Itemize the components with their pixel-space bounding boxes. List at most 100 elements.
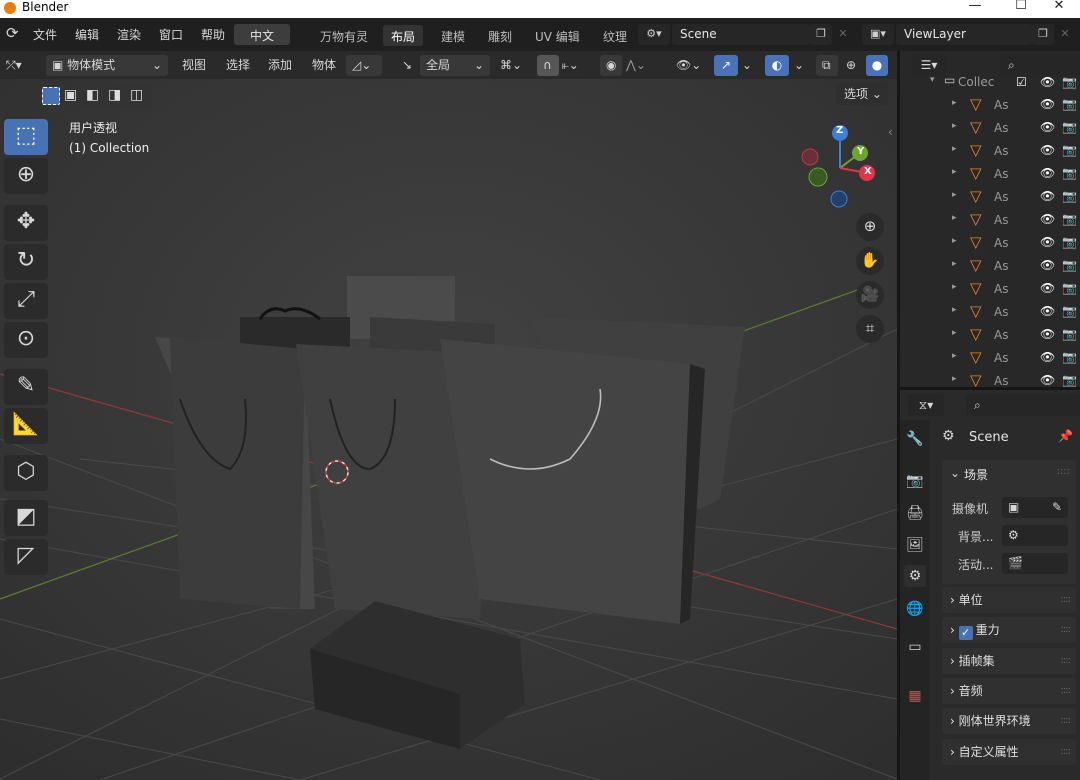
eye-icon[interactable]: 👁 bbox=[1040, 258, 1055, 272]
remove-viewlayer-icon[interactable]: ✕ bbox=[1054, 24, 1076, 45]
outliner-item[interactable]: ▸ ▽ As 👁 📷 bbox=[900, 347, 1080, 370]
camera-icon[interactable]: 📷 bbox=[1062, 120, 1077, 134]
mode-selector[interactable]: ▣ 物体模式 ⌄ bbox=[46, 55, 168, 76]
expand-arrow-icon[interactable]: ▸ bbox=[952, 305, 957, 315]
eye-icon[interactable]: 👁 bbox=[1040, 373, 1055, 387]
output-tab-icon[interactable]: 🖨 bbox=[904, 502, 926, 524]
collection-tab-icon[interactable]: ▭ bbox=[904, 636, 926, 658]
panel-5[interactable]: › 自定义属性:::: bbox=[942, 739, 1076, 765]
expand-arrow-icon[interactable]: ▸ bbox=[952, 328, 957, 338]
scale-tool-icon[interactable]: ⤢ bbox=[4, 283, 48, 319]
select-invert-icon[interactable]: ◨ bbox=[108, 87, 126, 105]
zoom-icon[interactable]: ⊕ bbox=[856, 213, 884, 241]
bevel-tool-icon[interactable]: ◸ bbox=[4, 539, 48, 575]
world-tab-icon[interactable]: 🌐 bbox=[904, 598, 926, 620]
camera-icon[interactable]: 📷 bbox=[1062, 327, 1077, 341]
add-cube-tool-icon[interactable]: ⬡ bbox=[4, 455, 48, 491]
properties-search-input[interactable]: ⌕ bbox=[966, 394, 1080, 416]
expand-arrow-icon[interactable]: ▸ bbox=[952, 167, 957, 177]
solid-shading-icon[interactable]: ● bbox=[866, 55, 888, 76]
camera-icon[interactable]: 📷 bbox=[1062, 212, 1077, 226]
scene-tab-icon[interactable]: ⚙ bbox=[904, 565, 926, 587]
panel-0[interactable]: › 单位:::: bbox=[942, 587, 1076, 613]
drag-handle-icon[interactable]: :::: bbox=[1061, 648, 1072, 674]
expand-arrow-icon[interactable]: ▸ bbox=[952, 236, 957, 246]
visibility-icon[interactable]: 👁⌄ bbox=[676, 55, 701, 76]
eye-icon[interactable]: 👁 bbox=[1040, 97, 1055, 111]
options-dropdown[interactable]: 选项 ⌄ bbox=[836, 83, 888, 105]
expand-arrow-icon[interactable]: ▸ bbox=[952, 259, 957, 269]
tab-texture[interactable]: 纹理 bbox=[595, 25, 635, 46]
select-extend-icon[interactable]: ▣ bbox=[64, 87, 82, 105]
eyedropper-icon[interactable]: ✎ bbox=[1052, 497, 1068, 517]
extrude-tool-icon[interactable]: ◩ bbox=[4, 500, 48, 536]
menu-add[interactable]: 添加 bbox=[268, 55, 292, 76]
expand-arrow-icon[interactable]: ▸ bbox=[952, 190, 957, 200]
tab-sculpt[interactable]: 雕刻 bbox=[480, 25, 520, 46]
expand-arrow-icon[interactable]: ▸ bbox=[952, 351, 957, 361]
camera-icon[interactable]: 📷 bbox=[1062, 281, 1077, 295]
camera-icon[interactable]: 📷 bbox=[1062, 258, 1077, 272]
perspective-grid-icon[interactable]: ⌗ bbox=[856, 315, 884, 343]
camera-icon[interactable]: 📷 bbox=[1062, 350, 1077, 364]
outliner-item[interactable]: ▸ ▽ As 👁 📷 bbox=[900, 324, 1080, 347]
camera-view-icon[interactable]: 🎥 bbox=[856, 281, 884, 309]
eye-icon[interactable]: 👁 bbox=[1040, 166, 1055, 180]
expand-arrow-icon[interactable]: ▸ bbox=[952, 144, 957, 154]
scene-selector-icon[interactable]: ⚙▾ bbox=[638, 24, 670, 45]
menu-view[interactable]: 视图 bbox=[182, 55, 206, 76]
3d-viewport[interactable]: ▣ ◧ ◨ ◫ 用户透视 (1) Collection 选项 ⌄ Z Y X ⊕… bbox=[0, 79, 897, 780]
rotate-tool-icon[interactable]: ↻ bbox=[4, 244, 48, 280]
render-tab-icon[interactable]: 📷 bbox=[904, 470, 926, 492]
outliner-item[interactable]: ▸ ▽ As 👁 📷 bbox=[900, 117, 1080, 140]
language-button[interactable]: 中文 bbox=[234, 24, 291, 45]
camera-icon[interactable]: 📷 bbox=[1062, 166, 1077, 180]
camera-icon[interactable]: 📷 bbox=[1062, 189, 1077, 203]
camera-icon[interactable]: 📷 bbox=[1062, 143, 1077, 157]
overlay-dropdown-icon[interactable]: ⌄ bbox=[794, 55, 804, 76]
transform-tool-icon[interactable]: ⊙ bbox=[4, 322, 48, 358]
panel-1[interactable]: › ✓ 重力:::: bbox=[942, 617, 1076, 643]
eye-icon[interactable]: 👁 bbox=[1040, 75, 1055, 89]
eye-icon[interactable]: 👁 bbox=[1040, 327, 1055, 341]
menu-help[interactable]: 帮助 bbox=[201, 26, 225, 43]
select-intersect-icon[interactable]: ◫ bbox=[130, 87, 148, 105]
measure-tool-icon[interactable]: 📐 bbox=[4, 408, 48, 444]
menu-render[interactable]: 渲染 bbox=[117, 26, 141, 43]
expand-arrow-icon[interactable]: ▸ bbox=[952, 213, 957, 223]
tool-tab-icon[interactable]: 🔧 bbox=[904, 428, 926, 450]
menu-select[interactable]: 选择 bbox=[226, 55, 250, 76]
cursor-tool-icon[interactable]: ⊕ bbox=[4, 158, 48, 194]
tab-uv-editing[interactable]: UV 编辑 bbox=[527, 25, 588, 46]
panel-3[interactable]: › 音频:::: bbox=[942, 678, 1076, 704]
drag-handle-icon[interactable]: :::: bbox=[1061, 739, 1072, 765]
sidebar-toggle-icon[interactable]: ‹ bbox=[888, 125, 893, 139]
camera-field[interactable]: ▣ ✎ bbox=[1002, 497, 1068, 518]
outliner-item[interactable]: ▸ ▽ As 👁 📷 bbox=[900, 140, 1080, 163]
outliner-item[interactable]: ▸ ▽ As 👁 📷 bbox=[900, 209, 1080, 232]
close-button[interactable]: ✕ bbox=[1036, 0, 1080, 16]
scene-section-title[interactable]: 场景 bbox=[964, 466, 988, 483]
outliner-item[interactable]: ▸ ▽ As 👁 📷 bbox=[900, 232, 1080, 255]
wireframe-shading-icon[interactable]: ⊕ bbox=[846, 55, 856, 76]
eye-icon[interactable]: 👁 bbox=[1040, 143, 1055, 157]
outliner-item[interactable]: ▸ ▽ As 👁 📷 bbox=[900, 163, 1080, 186]
xray-toggle-icon[interactable]: ⧉ bbox=[816, 55, 838, 76]
properties-editor-type-icon[interactable]: ⧖▾ bbox=[908, 394, 944, 416]
eye-icon[interactable]: 👁 bbox=[1040, 212, 1055, 226]
chevron-down-icon[interactable]: ⌄ bbox=[950, 466, 960, 480]
outliner-item[interactable]: ▸ ▽ As 👁 📷 bbox=[900, 94, 1080, 117]
eye-icon[interactable]: 👁 bbox=[1040, 304, 1055, 318]
eye-icon[interactable]: 👁 bbox=[1040, 189, 1055, 203]
snap-mode-icon[interactable]: ◿⌄ bbox=[346, 55, 382, 76]
drag-handle-icon[interactable]: :::: bbox=[1061, 617, 1072, 643]
tab-modeling[interactable]: 建模 bbox=[433, 25, 473, 46]
snap-toggle-icon[interactable]: ∩ bbox=[537, 55, 559, 76]
gravity-checkbox[interactable]: ✓ bbox=[958, 626, 973, 640]
menu-object[interactable]: 物体 bbox=[312, 55, 336, 76]
outliner-item[interactable]: ▸ ▽ As 👁 📷 bbox=[900, 278, 1080, 301]
eye-icon[interactable]: 👁 bbox=[1040, 235, 1055, 249]
outliner-item[interactable]: ▸ ▽ As 👁 📷 bbox=[900, 301, 1080, 324]
drag-handle-icon[interactable]: :::: bbox=[1061, 708, 1072, 734]
blender-menu-icon[interactable]: ⟳ bbox=[6, 24, 19, 42]
